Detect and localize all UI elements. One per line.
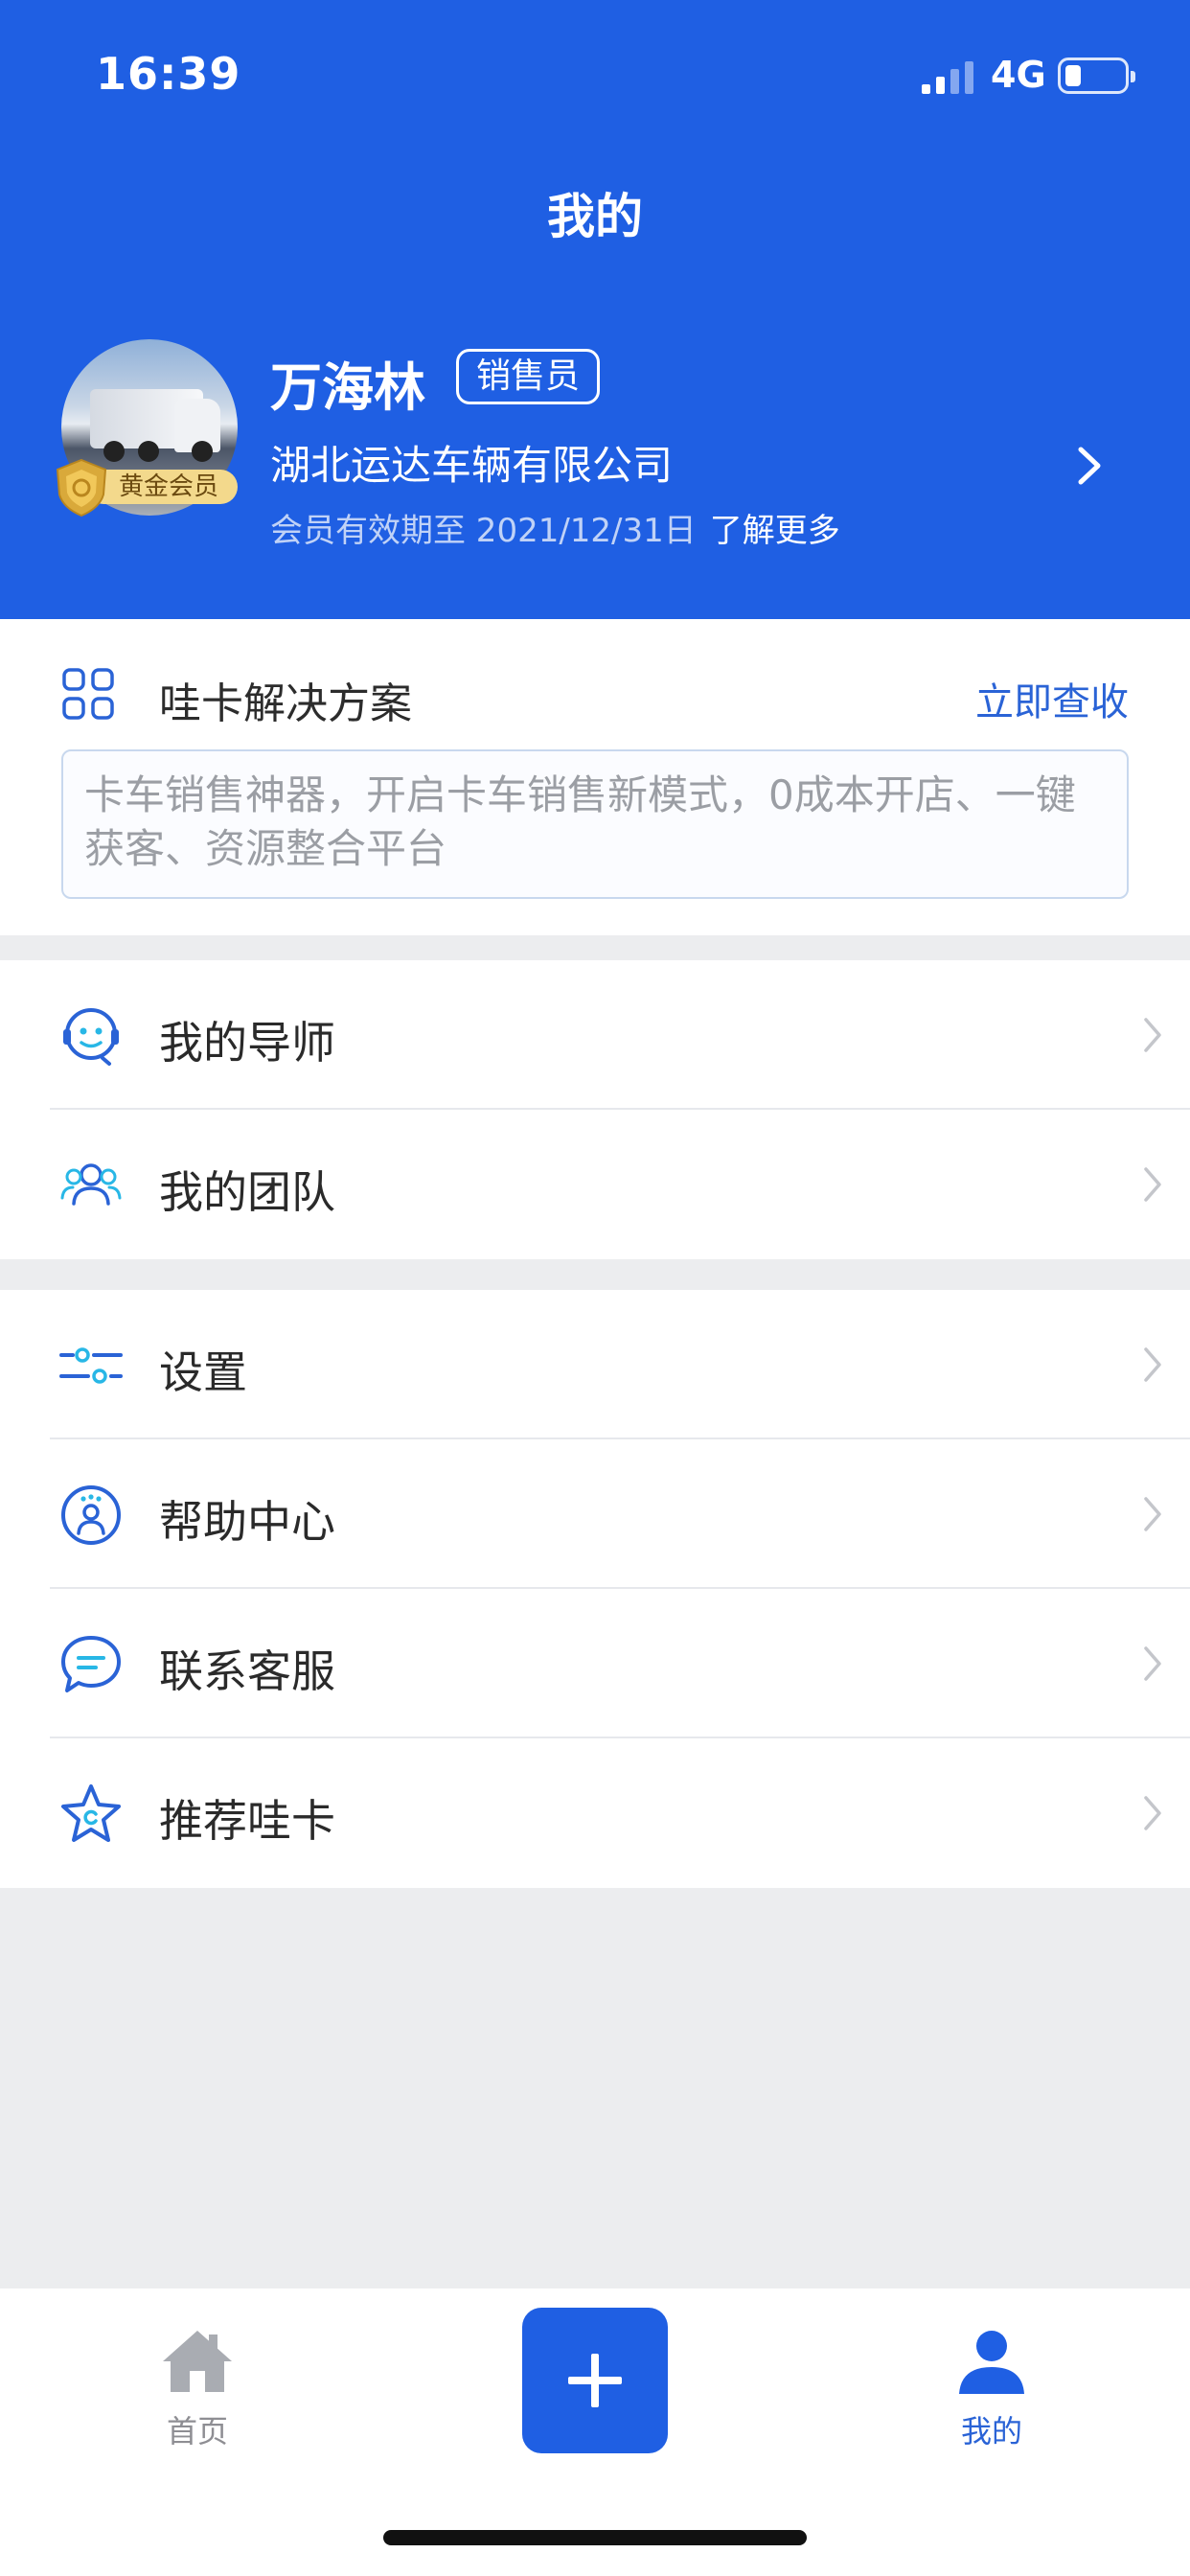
menu-label: 联系客服 <box>159 1645 335 1697</box>
expiry-label: 会员有效期至 2021/12/31日 <box>270 512 697 550</box>
home-indicator <box>383 2530 807 2545</box>
help-icon <box>61 1485 121 1545</box>
status-bar: 16:39 4G <box>0 0 1190 153</box>
profile-page: 16:39 4G 我的 黄金会员 万海林 销售员 湖北运达车辆有限公司 会员有效… <box>0 0 1190 2576</box>
tab-mine[interactable]: 我的 <box>896 2327 1087 2451</box>
add-button[interactable] <box>522 2308 668 2453</box>
grid-icon <box>62 668 114 720</box>
menu-label: 设置 <box>159 1346 247 1398</box>
tab-label: 我的 <box>960 2413 1022 2450</box>
profile-card[interactable]: 黄金会员 万海林 销售员 湖北运达车辆有限公司 会员有效期至 2021/12/3… <box>0 326 1190 556</box>
user-name: 万海林 <box>270 357 425 418</box>
learn-more-link[interactable]: 了解更多 <box>710 512 840 550</box>
chevron-right-icon <box>1144 1796 1161 1830</box>
menu-item-recommend[interactable]: 推荐哇卡 <box>0 1738 1190 1888</box>
chevron-right-icon <box>1144 1497 1161 1531</box>
solution-description: 卡车销售神器，开启卡车销售新模式，0成本开店、一键获客、资源整合平台 <box>61 749 1129 899</box>
tab-label: 首页 <box>166 2413 228 2450</box>
solution-title: 哇卡解决方案 <box>159 679 412 728</box>
chevron-right-icon[interactable] <box>1075 445 1104 487</box>
menu-label: 推荐哇卡 <box>159 1795 335 1847</box>
solution-card: 哇卡解决方案 立即查收 卡车销售神器，开启卡车销售新模式，0成本开店、一键获客、… <box>0 619 1190 935</box>
menu-label: 帮助中心 <box>159 1496 335 1548</box>
battery-icon <box>1058 58 1135 94</box>
tab-home[interactable]: 首页 <box>102 2327 293 2451</box>
chevron-right-icon <box>1144 1167 1161 1202</box>
signal-icon <box>922 59 975 94</box>
menu-item-customer-service[interactable]: 联系客服 <box>0 1589 1190 1738</box>
chevron-right-icon <box>1144 1347 1161 1382</box>
menu-group-personal: 我的导师 我的团队 <box>0 960 1190 1259</box>
chat-bubble-icon <box>61 1636 121 1692</box>
page-title: 我的 <box>547 189 643 244</box>
menu-label: 我的团队 <box>159 1166 335 1218</box>
company-name: 湖北运达车辆有限公司 <box>270 442 674 489</box>
membership-expiry: 会员有效期至 2021/12/31日 了解更多 <box>270 504 840 551</box>
menu-label: 我的导师 <box>159 1017 335 1069</box>
star-icon <box>61 1784 121 1842</box>
menu-item-settings[interactable]: 设置 <box>0 1290 1190 1439</box>
menu-item-help[interactable]: 帮助中心 <box>0 1439 1190 1589</box>
gold-shield-icon <box>56 458 107 518</box>
settings-sliders-icon <box>59 1347 123 1384</box>
mentor-icon <box>63 1008 119 1066</box>
menu-group-general: 设置 帮助中心 联系客服 推荐哇卡 <box>0 1290 1190 1888</box>
profile-header: 16:39 4G 我的 黄金会员 万海林 销售员 湖北运达车辆有限公司 会员有效… <box>0 0 1190 619</box>
member-badge: 黄金会员 <box>54 458 240 518</box>
chevron-right-icon <box>1144 1018 1161 1052</box>
role-badge: 销售员 <box>456 349 601 404</box>
plus-icon <box>568 2354 622 2407</box>
home-icon <box>163 2331 232 2392</box>
menu-item-mentor[interactable]: 我的导师 <box>0 960 1190 1110</box>
menu-item-team[interactable]: 我的团队 <box>0 1110 1190 1259</box>
user-icon <box>959 2331 1024 2394</box>
network-type: 4G <box>991 54 1046 96</box>
check-now-link[interactable]: 立即查收 <box>975 671 1129 726</box>
chevron-right-icon <box>1144 1646 1161 1681</box>
team-icon <box>60 1163 122 1206</box>
status-time: 16:39 <box>96 48 241 100</box>
